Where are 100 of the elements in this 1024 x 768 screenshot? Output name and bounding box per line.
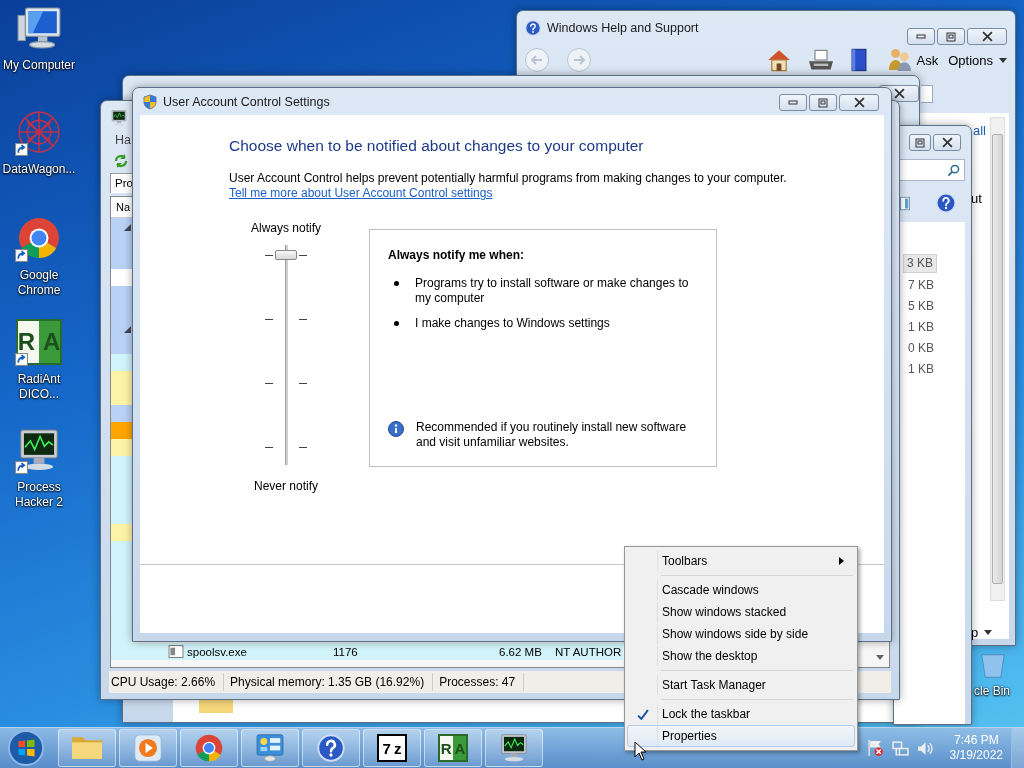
status-text: CPU Usage: 2.66% bbox=[109, 673, 225, 691]
computer-icon[interactable] bbox=[17, 7, 61, 49]
taskbar-button[interactable]: 7z bbox=[363, 729, 421, 767]
status-text: Physical memory: 1.35 GB (16.92%) bbox=[228, 673, 434, 691]
network-graph-icon[interactable] bbox=[17, 111, 61, 153]
options-menu[interactable]: Options bbox=[948, 52, 1007, 68]
expand-arrow-icon[interactable] bbox=[124, 224, 131, 231]
shield-icon bbox=[143, 94, 157, 110]
forward-button[interactable] bbox=[567, 48, 591, 72]
file-size: 1 KB bbox=[907, 361, 935, 378]
scroll-down-arrow-icon[interactable] bbox=[876, 655, 884, 660]
menu-item[interactable]: Start Task Manager bbox=[627, 674, 855, 696]
minimize-icon bbox=[788, 100, 798, 105]
arrow-right-icon bbox=[573, 55, 585, 65]
menu-item[interactable]: Show windows stacked bbox=[627, 601, 855, 623]
back-button[interactable] bbox=[525, 48, 549, 72]
scrollbar[interactable] bbox=[990, 117, 1005, 601]
caret-icon bbox=[984, 630, 993, 635]
mouse-cursor-icon bbox=[634, 741, 647, 761]
help-icon[interactable] bbox=[936, 193, 956, 213]
folder-icon bbox=[72, 734, 102, 762]
maximize-icon bbox=[915, 137, 925, 148]
maximize-button[interactable] bbox=[809, 94, 837, 111]
icon-label[interactable]: DataWagon... bbox=[1, 162, 77, 177]
minimize-button[interactable] bbox=[907, 28, 935, 45]
icon-label[interactable]: My Computer bbox=[1, 58, 77, 73]
action-center-flag-icon[interactable] bbox=[867, 739, 884, 757]
body-text: ut bbox=[971, 191, 982, 206]
search-icon bbox=[947, 163, 960, 177]
close-icon bbox=[893, 88, 905, 99]
submenu-arrow-icon bbox=[839, 557, 844, 565]
menu-item[interactable]: Ha bbox=[115, 133, 131, 147]
file-size: 0 KB bbox=[907, 340, 935, 357]
menu-item[interactable]: Show the desktop bbox=[627, 645, 855, 667]
close-button[interactable] bbox=[933, 134, 961, 151]
menu-item[interactable]: Lock the taskbar bbox=[627, 703, 855, 725]
help-icon bbox=[525, 20, 541, 36]
expand-arrow-icon[interactable] bbox=[124, 326, 131, 333]
menu-item[interactable]: Cascade windows bbox=[627, 579, 855, 601]
minimize-button[interactable] bbox=[779, 94, 807, 111]
menu-item[interactable]: Properties bbox=[627, 725, 855, 747]
link[interactable]: all bbox=[973, 123, 986, 138]
search-field[interactable] bbox=[921, 85, 933, 103]
tab[interactable]: Pro bbox=[110, 173, 133, 193]
process-row[interactable]: spoolsv.exe 1176 6.62 MB NT AUTHOR bbox=[111, 643, 623, 660]
slider-thumb[interactable] bbox=[275, 250, 297, 260]
taskbar-button[interactable]: RA bbox=[424, 729, 482, 767]
window-title: Windows Help and Support bbox=[547, 21, 699, 35]
menu-item[interactable]: Toolbars bbox=[627, 550, 855, 572]
refresh-icon[interactable] bbox=[113, 153, 129, 169]
table-cell: spoolsv.exe bbox=[187, 645, 247, 659]
icon-label[interactable]: Process Hacker 2 bbox=[1, 480, 77, 510]
close-button[interactable] bbox=[967, 28, 1007, 45]
volume-icon[interactable] bbox=[916, 740, 934, 756]
menu-button[interactable]: p bbox=[971, 625, 993, 640]
browser-icon[interactable] bbox=[17, 217, 61, 259]
icon-label[interactable]: Google Chrome bbox=[1, 268, 77, 298]
network-icon[interactable] bbox=[891, 740, 909, 756]
file-size: 1 KB bbox=[907, 319, 935, 336]
home-icon[interactable] bbox=[766, 48, 791, 72]
recycle-bin-icon[interactable] bbox=[980, 652, 1006, 680]
icon-label[interactable]: RadiAnt DICO... bbox=[1, 372, 77, 402]
maximize-button[interactable] bbox=[937, 28, 965, 45]
show-desktop-button[interactable] bbox=[1011, 728, 1024, 768]
maximize-icon bbox=[818, 97, 828, 108]
printer-icon[interactable] bbox=[808, 49, 833, 71]
file-size: 3 KB bbox=[903, 254, 937, 273]
menu-item[interactable]: Show windows side by side bbox=[627, 623, 855, 645]
maximize-button[interactable] bbox=[909, 134, 931, 151]
close-icon bbox=[981, 31, 993, 42]
close-button[interactable] bbox=[839, 94, 879, 111]
app-icon bbox=[111, 110, 127, 126]
table-cell: NT AUTHOR bbox=[555, 645, 622, 659]
browser-icon bbox=[194, 734, 224, 762]
taskbar-button[interactable] bbox=[302, 729, 360, 767]
file-size: 5 KB bbox=[907, 298, 935, 315]
arrow-left-icon bbox=[531, 55, 543, 65]
column-header[interactable]: Na bbox=[116, 201, 131, 213]
monitor-graph-icon bbox=[499, 734, 529, 762]
slider-label: Always notify bbox=[251, 221, 321, 235]
help-icon bbox=[316, 734, 346, 762]
control-panel-icon bbox=[255, 734, 285, 762]
process-row[interactable] bbox=[111, 218, 132, 235]
table-cell: 6.62 MB bbox=[499, 645, 542, 659]
preview-pane-icon[interactable] bbox=[900, 195, 910, 211]
window-icon bbox=[168, 645, 184, 658]
taskbar-button[interactable] bbox=[485, 729, 543, 767]
maximize-icon bbox=[946, 31, 956, 42]
caret-icon bbox=[999, 57, 1007, 63]
monitor-graph-icon[interactable] bbox=[17, 429, 61, 471]
start-orb-icon bbox=[8, 730, 44, 766]
media-player-icon bbox=[133, 734, 163, 762]
ask-button[interactable]: Ask bbox=[888, 49, 939, 71]
bullet-icon bbox=[394, 321, 399, 326]
help-link[interactable]: Tell me more about User Account Control settings bbox=[229, 186, 493, 201]
heading: Choose when to be notified about changes to your computer bbox=[229, 136, 645, 156]
info-icon bbox=[388, 421, 404, 437]
book-icon[interactable] bbox=[850, 48, 867, 72]
app-logo: 7z bbox=[377, 734, 407, 762]
close-icon bbox=[941, 137, 953, 148]
